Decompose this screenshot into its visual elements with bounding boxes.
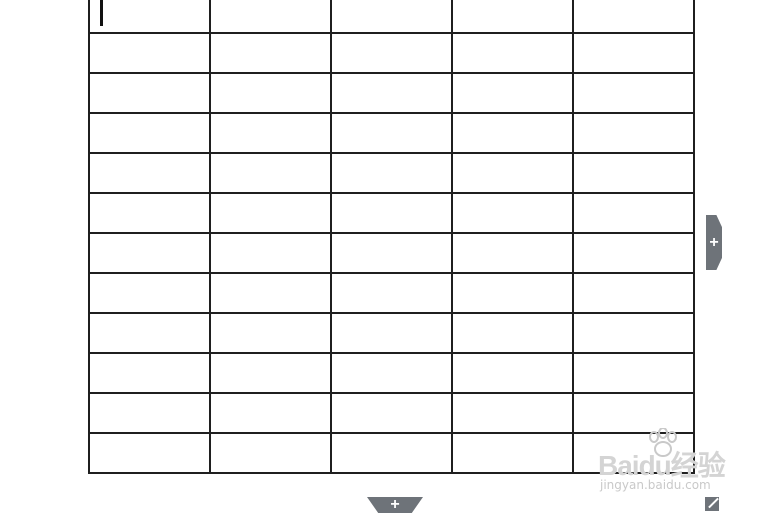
table-row xyxy=(88,0,695,34)
table-grid[interactable] xyxy=(88,0,695,474)
table-row xyxy=(88,112,695,154)
table-cell[interactable] xyxy=(451,232,574,274)
table-cell[interactable] xyxy=(451,312,574,354)
watermark-url: jingyan.baidu.com xyxy=(600,478,711,492)
plus-icon: + xyxy=(709,233,719,251)
table-cell[interactable] xyxy=(88,232,211,274)
table-cell[interactable] xyxy=(330,72,453,114)
table-cell[interactable] xyxy=(209,432,332,474)
table-cell[interactable] xyxy=(88,312,211,354)
table-row xyxy=(88,272,695,314)
table-cell[interactable] xyxy=(572,352,695,394)
table-cell[interactable] xyxy=(88,0,211,34)
table-cell[interactable] xyxy=(88,192,211,234)
table-resize-handle[interactable] xyxy=(705,497,719,511)
table-cell[interactable] xyxy=(451,352,574,394)
table-cell[interactable] xyxy=(451,112,574,154)
table-cell[interactable] xyxy=(451,152,574,194)
table-row xyxy=(88,352,695,394)
table-row xyxy=(88,32,695,74)
table-row xyxy=(88,392,695,434)
table-cell[interactable] xyxy=(330,272,453,314)
table-row xyxy=(88,432,695,474)
table-cell[interactable] xyxy=(330,112,453,154)
table-cell[interactable] xyxy=(88,272,211,314)
table-cell[interactable] xyxy=(330,32,453,74)
table-cell[interactable] xyxy=(88,392,211,434)
table-cell[interactable] xyxy=(572,432,695,474)
table-cell[interactable] xyxy=(451,0,574,34)
table-cell[interactable] xyxy=(88,72,211,114)
table-row xyxy=(88,152,695,194)
table-cell[interactable] xyxy=(572,72,695,114)
table-cell[interactable] xyxy=(209,232,332,274)
document-canvas: + + Baidu经验 jingyan.baidu.com xyxy=(0,0,780,513)
table-cell[interactable] xyxy=(209,0,332,34)
table-cell[interactable] xyxy=(330,152,453,194)
table-cell[interactable] xyxy=(451,272,574,314)
table-cell[interactable] xyxy=(209,272,332,314)
table-cell[interactable] xyxy=(88,432,211,474)
table-cell[interactable] xyxy=(88,352,211,394)
table-cell[interactable] xyxy=(88,112,211,154)
table-cell[interactable] xyxy=(330,432,453,474)
table-row xyxy=(88,232,695,274)
table-cell[interactable] xyxy=(209,112,332,154)
table-cell[interactable] xyxy=(572,192,695,234)
table-cell[interactable] xyxy=(88,32,211,74)
table-cell[interactable] xyxy=(451,192,574,234)
table-cell[interactable] xyxy=(209,352,332,394)
table-cell[interactable] xyxy=(451,72,574,114)
table-cell[interactable] xyxy=(572,392,695,434)
table-cell[interactable] xyxy=(209,152,332,194)
table-cell[interactable] xyxy=(572,312,695,354)
text-cursor xyxy=(100,0,103,26)
table-cell[interactable] xyxy=(330,0,453,34)
table-cell[interactable] xyxy=(209,392,332,434)
table-cell[interactable] xyxy=(88,152,211,194)
table-cell[interactable] xyxy=(572,152,695,194)
add-row-button[interactable]: + xyxy=(367,497,423,513)
table-cell[interactable] xyxy=(451,392,574,434)
table-cell[interactable] xyxy=(209,192,332,234)
table-cell[interactable] xyxy=(572,272,695,314)
table-cell[interactable] xyxy=(451,432,574,474)
table-cell[interactable] xyxy=(330,232,453,274)
plus-icon: + xyxy=(390,496,400,513)
table-cell[interactable] xyxy=(209,32,332,74)
table-cell[interactable] xyxy=(572,0,695,34)
table-cell[interactable] xyxy=(330,312,453,354)
table-row xyxy=(88,312,695,354)
table-cell[interactable] xyxy=(451,32,574,74)
table-cell[interactable] xyxy=(572,112,695,154)
table-row xyxy=(88,192,695,234)
table-row xyxy=(88,72,695,114)
table-cell[interactable] xyxy=(330,392,453,434)
add-column-button[interactable]: + xyxy=(706,215,722,270)
table-cell[interactable] xyxy=(330,352,453,394)
table-cell[interactable] xyxy=(572,232,695,274)
table-cell[interactable] xyxy=(572,32,695,74)
table-cell[interactable] xyxy=(209,72,332,114)
table-cell[interactable] xyxy=(330,192,453,234)
table-cell[interactable] xyxy=(209,312,332,354)
table-body xyxy=(88,0,695,474)
